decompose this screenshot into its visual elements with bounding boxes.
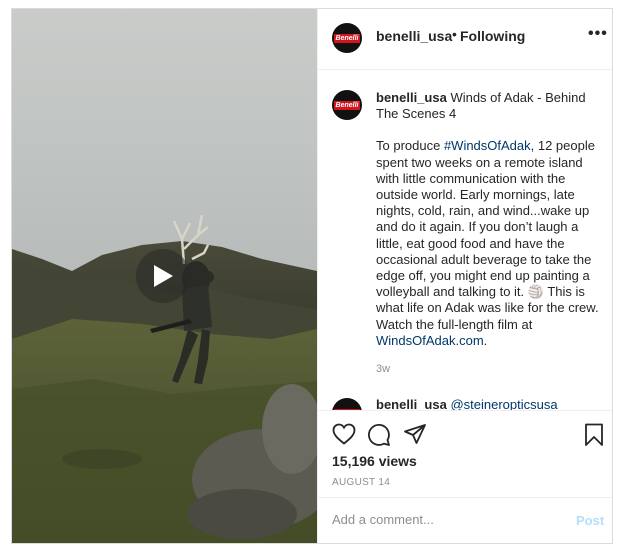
follow-button[interactable]: Following	[460, 28, 525, 44]
add-comment-bar: Post	[318, 497, 612, 543]
more-options-icon[interactable]: •••	[588, 25, 608, 43]
caption-timestamp[interactable]: 3w	[376, 363, 390, 375]
comments-area[interactable]: Benelli benelli_usa Winds of Adak - Behi…	[318, 70, 612, 410]
caption-username[interactable]: benelli_usa	[376, 90, 447, 105]
comment-button[interactable]	[367, 423, 391, 451]
caption-text-end: .	[483, 332, 488, 348]
post-actions: 15,196 views AUGUST 14 Post	[318, 410, 612, 543]
bookmark-icon	[585, 423, 603, 446]
heart-icon	[332, 423, 356, 445]
post-date[interactable]: AUGUST 14	[332, 477, 390, 488]
hashtag-link[interactable]: #WindsOfAdak	[444, 138, 531, 153]
post-video[interactable]	[12, 9, 317, 543]
separator-dot: •	[452, 26, 457, 42]
post-caption: benelli_usa Winds of Adak - Behind The S…	[376, 90, 604, 349]
comment-item: benelli_usa @steineropticsusa	[376, 397, 558, 410]
comment-input[interactable]	[332, 512, 552, 527]
share-icon	[404, 424, 426, 444]
caption-title-line: benelli_usa Winds of Adak - Behind The S…	[376, 90, 604, 122]
caption-body: To produce #WindsOfAdak, 12 people spent…	[376, 138, 604, 349]
save-button[interactable]	[584, 423, 604, 452]
like-button[interactable]	[332, 423, 356, 450]
header-username[interactable]: benelli_usa	[376, 28, 452, 44]
post-card: Benelli benelli_usa • Following ••• Bene…	[11, 8, 613, 544]
view-count[interactable]: 15,196 views	[332, 453, 417, 469]
comment-username[interactable]: benelli_usa	[376, 397, 447, 410]
profile-avatar[interactable]: Benelli	[332, 23, 362, 53]
benelli-logo: Benelli	[333, 33, 361, 43]
post-header: Benelli benelli_usa • Following •••	[318, 9, 612, 70]
play-icon	[154, 265, 173, 287]
comment-icon	[368, 423, 390, 446]
share-button[interactable]	[403, 423, 427, 450]
post-comment-button[interactable]: Post	[576, 513, 604, 528]
caption-text-middle: , 12 people spent two weeks on a remote …	[376, 138, 599, 332]
play-button[interactable]	[136, 249, 190, 303]
caption-avatar[interactable]: Benelli	[332, 90, 362, 120]
website-link[interactable]: WindsOfAdak.com	[376, 333, 484, 348]
caption-text-start: To produce	[376, 138, 444, 154]
comment-avatar[interactable]: Benelli	[332, 398, 362, 410]
benelli-logo: Benelli	[333, 100, 361, 110]
post-details-panel: Benelli benelli_usa • Following ••• Bene…	[317, 9, 612, 543]
comment-mention[interactable]: @steineropticsusa	[450, 397, 557, 410]
